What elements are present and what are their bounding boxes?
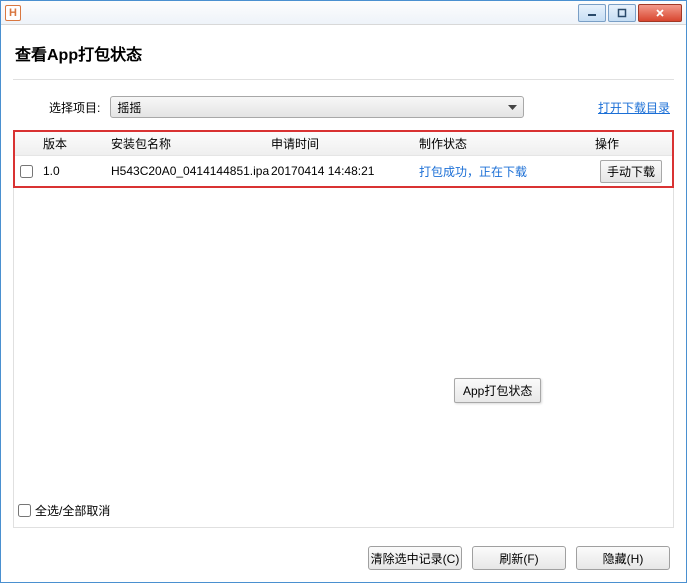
- open-download-dir-link[interactable]: 打开下载目录: [598, 99, 670, 116]
- maximize-icon: [617, 8, 627, 18]
- clear-selected-button[interactable]: 清除选中记录(C): [368, 546, 462, 570]
- cell-package: H543C20A0_0414144851.ipa: [105, 164, 265, 178]
- select-all-label: 全选/全部取消: [35, 502, 110, 519]
- refresh-button[interactable]: 刷新(F): [472, 546, 566, 570]
- hide-button[interactable]: 隐藏(H): [576, 546, 670, 570]
- app-icon: H: [5, 5, 21, 21]
- maximize-button[interactable]: [608, 4, 636, 22]
- col-header-package[interactable]: 安装包名称: [105, 132, 265, 155]
- col-header-status[interactable]: 制作状态: [413, 132, 589, 155]
- manual-download-button[interactable]: 手动下载: [600, 160, 662, 183]
- table-empty-area: App打包状态: [13, 188, 674, 494]
- project-select-value: 摇摇: [117, 99, 141, 116]
- row-checkbox[interactable]: [20, 165, 33, 178]
- project-select[interactable]: 摇摇: [110, 96, 524, 118]
- titlebar: H: [1, 1, 686, 25]
- cell-status: 打包成功，正在下载: [419, 163, 527, 180]
- page-title: 查看App打包状态: [15, 41, 674, 65]
- select-project-label: 选择项目:: [49, 99, 100, 116]
- close-button[interactable]: [638, 4, 682, 22]
- cell-time: 20170414 14:48:21: [265, 164, 413, 178]
- select-all-checkbox[interactable]: [18, 504, 31, 517]
- col-header-time[interactable]: 申请时间: [265, 132, 413, 155]
- close-icon: [655, 8, 665, 18]
- tooltip: App打包状态: [454, 378, 541, 403]
- minimize-icon: [587, 8, 597, 18]
- status-table: 版本 安装包名称 申请时间 制作状态 操作 1.0 H543C20A0_0414…: [13, 130, 674, 188]
- cell-version: 1.0: [37, 164, 105, 178]
- minimize-button[interactable]: [578, 4, 606, 22]
- app-window: H 查看App打包状态 选择项目: 摇摇: [0, 0, 687, 583]
- table-row[interactable]: 1.0 H543C20A0_0414144851.ipa 20170414 14…: [15, 156, 672, 186]
- table-header: 版本 安装包名称 申请时间 制作状态 操作: [15, 132, 672, 156]
- chevron-down-icon: [508, 100, 517, 114]
- col-header-action[interactable]: 操作: [589, 132, 672, 155]
- col-header-version[interactable]: 版本: [37, 132, 105, 155]
